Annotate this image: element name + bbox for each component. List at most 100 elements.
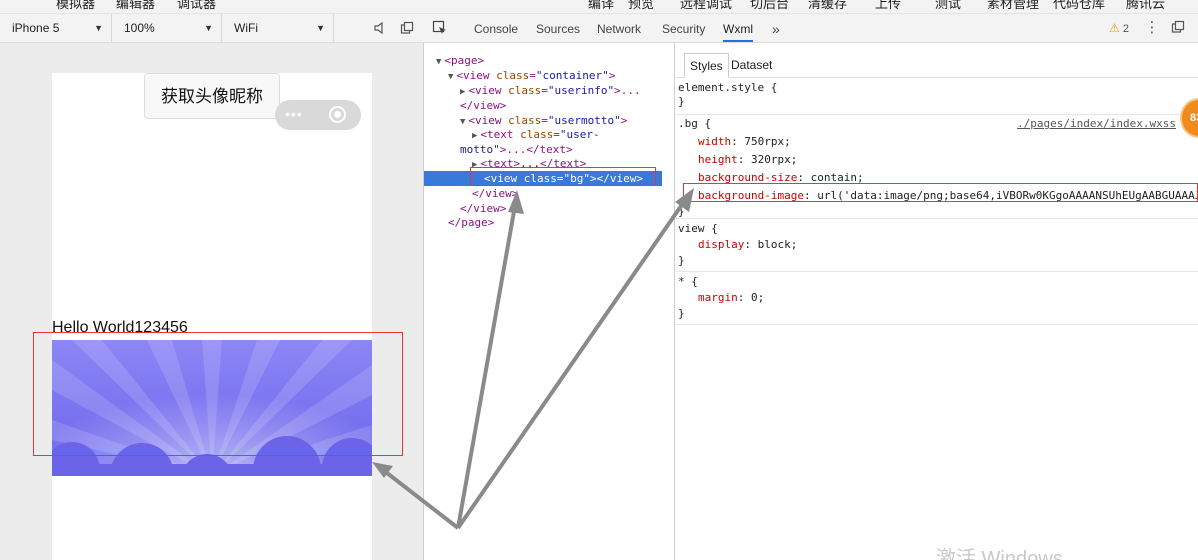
property-value[interactable]: 320rpx; — [751, 153, 797, 166]
menu-item[interactable]: 上传 — [875, 0, 901, 12]
expand-toggle-icon[interactable]: ▶ — [460, 87, 465, 97]
property-name[interactable]: height — [698, 153, 738, 166]
chevron-down-icon: ▼ — [204, 23, 213, 33]
tree-node-text[interactable]: ▶ <text>...</text> — [472, 156, 586, 171]
menu-item[interactable]: 调试器 — [177, 0, 216, 12]
tree-tag: <view — [468, 84, 502, 97]
style-property[interactable]: height: 320rpx; — [698, 151, 797, 169]
tree-node-page[interactable]: ▼ <page> — [436, 53, 484, 68]
kebab-menu-icon[interactable]: ⋮ — [1144, 20, 1160, 36]
tree-node-close[interactable]: </view> — [460, 98, 506, 113]
motto-text: Hello World123456 — [52, 319, 188, 336]
property-value[interactable]: 750rpx; — [744, 135, 790, 148]
property-name[interactable]: display — [698, 238, 744, 251]
style-rule-element: element.style { } — [676, 79, 1198, 115]
tree-node-close[interactable]: </view> — [472, 186, 518, 201]
device-select[interactable]: iPhone 5 ▼ — [0, 14, 112, 42]
tab-network[interactable]: Network — [597, 14, 641, 42]
rule-close: } — [678, 307, 685, 320]
rule-source-link[interactable]: ./pages/index/index.wxss — [1017, 115, 1176, 133]
warning-indicator[interactable]: ⚠ 2 — [1109, 21, 1129, 35]
windows-activation-watermark: 激活 Windows — [936, 548, 1063, 560]
tree-node-bg-selected[interactable]: <view class="bg"></view> — [424, 171, 662, 186]
tree-node-container[interactable]: ▼ <view class="container"> — [448, 68, 615, 83]
tab-dataset[interactable]: Dataset — [726, 53, 777, 78]
get-avatar-button[interactable]: 获取头像昵称 — [144, 73, 280, 119]
property-value[interactable]: url('data:image/png;base64,iVBORw0KGgoAA… — [817, 189, 1198, 202]
network-select[interactable]: WiFi ▼ — [222, 14, 334, 42]
style-property[interactable]: width: 750rpx; — [698, 133, 791, 151]
style-rule-universal: * { margin: 0; } — [676, 273, 1198, 325]
rule-selector: * { — [678, 275, 698, 288]
detach-window-icon[interactable] — [400, 21, 414, 35]
menu-item[interactable]: 远程调试 — [680, 0, 732, 12]
tree-tag-end: </text> — [540, 157, 587, 170]
tree-node-text-cont[interactable]: motto">...</text> — [460, 142, 573, 157]
tree-tag: <view — [484, 172, 518, 185]
expand-toggle-icon[interactable]: ▼ — [448, 72, 453, 82]
devtools-tabbar: Console Sources Network Security Wxml » … — [424, 14, 1198, 43]
inspect-element-icon[interactable] — [432, 20, 448, 36]
styles-tabbar: Styles Dataset — [676, 43, 1198, 78]
menu-item[interactable]: 代码仓库 — [1053, 0, 1105, 12]
expand-toggle-icon[interactable]: ▼ — [460, 117, 465, 127]
tab-wxml[interactable]: Wxml — [723, 14, 753, 42]
tree-node-usermotto[interactable]: ▼ <view class="usermotto"> — [460, 113, 627, 128]
style-property[interactable]: background-image: url('data:image/png;ba… — [698, 187, 1198, 205]
rule-close: } — [678, 254, 685, 267]
menu-item[interactable]: 素材管理 — [987, 0, 1039, 12]
detach-devtools-icon[interactable] — [1170, 20, 1186, 36]
more-tabs-button[interactable]: » — [772, 14, 780, 42]
style-rule-view: view { display: block; } — [676, 220, 1198, 272]
expand-toggle-icon[interactable]: ▶ — [472, 131, 477, 141]
tab-security[interactable]: Security — [662, 14, 705, 42]
menu-item[interactable]: 腾讯云 — [1126, 0, 1165, 12]
tree-tag-end: >... — [614, 84, 641, 97]
close-mini-program-icon[interactable] — [329, 106, 346, 123]
tree-tag-end: > — [608, 69, 616, 82]
simulator-panel: 获取头像昵称 ••• Hello World123456 — [0, 43, 424, 560]
property-name[interactable]: margin — [698, 291, 738, 304]
property-name[interactable]: background-size — [698, 171, 797, 184]
style-property[interactable]: background-size: contain; — [698, 169, 864, 187]
property-name[interactable]: background-image — [698, 189, 804, 202]
expand-toggle-icon[interactable]: ▶ — [472, 160, 477, 170]
chevron-down-icon: ▼ — [94, 23, 103, 33]
tab-console[interactable]: Console — [474, 14, 518, 42]
tab-sources[interactable]: Sources — [536, 14, 580, 42]
more-icon[interactable]: ••• — [285, 106, 303, 122]
property-name[interactable]: width — [698, 135, 731, 148]
tree-tag: <text — [480, 128, 514, 141]
tree-node-close[interactable]: </view> — [460, 201, 506, 216]
warning-icon: ⚠ — [1109, 21, 1120, 35]
tree-attr-value: motto" — [460, 143, 500, 156]
tree-attr-value: "userinfo" — [547, 84, 615, 97]
tree-node-text-usermotto[interactable]: ▶ <text class="user- — [472, 127, 600, 142]
menu-item[interactable]: 编译 — [588, 0, 614, 12]
tree-node-close[interactable]: </page> — [448, 215, 494, 230]
menu-item[interactable]: 预览 — [628, 0, 654, 12]
menu-item[interactable]: 编辑器 — [116, 0, 155, 12]
style-property[interactable]: display: block; — [698, 236, 797, 254]
property-value[interactable]: contain; — [811, 171, 864, 184]
tree-attr-value: "usermotto" — [547, 114, 621, 127]
zoom-select[interactable]: 100% ▼ — [112, 14, 222, 42]
menu-item[interactable]: 清缓存 — [808, 0, 847, 12]
tree-node-userinfo[interactable]: ▶ <view class="userinfo">... — [460, 83, 641, 98]
menu-item[interactable]: 切后台 — [750, 0, 789, 12]
tree-tag: <view — [468, 114, 502, 127]
warning-count: 2 — [1122, 23, 1129, 35]
property-value[interactable]: 0; — [751, 291, 764, 304]
menu-item[interactable]: 模拟器 — [56, 0, 95, 12]
style-property[interactable]: margin: 0; — [698, 289, 764, 307]
rule-close: } — [678, 95, 685, 108]
expand-toggle-icon[interactable]: ▼ — [436, 57, 441, 67]
tree-attr-name: class — [508, 84, 542, 97]
tab-styles[interactable]: Styles — [684, 53, 729, 78]
speaker-icon[interactable] — [373, 21, 387, 35]
capsule-menu[interactable]: ••• — [275, 100, 361, 130]
tree-tag: </view> — [460, 99, 507, 112]
tree-tag-end: >...</text> — [499, 143, 573, 156]
menu-item[interactable]: 测试 — [935, 0, 961, 12]
property-value[interactable]: block; — [758, 238, 798, 251]
